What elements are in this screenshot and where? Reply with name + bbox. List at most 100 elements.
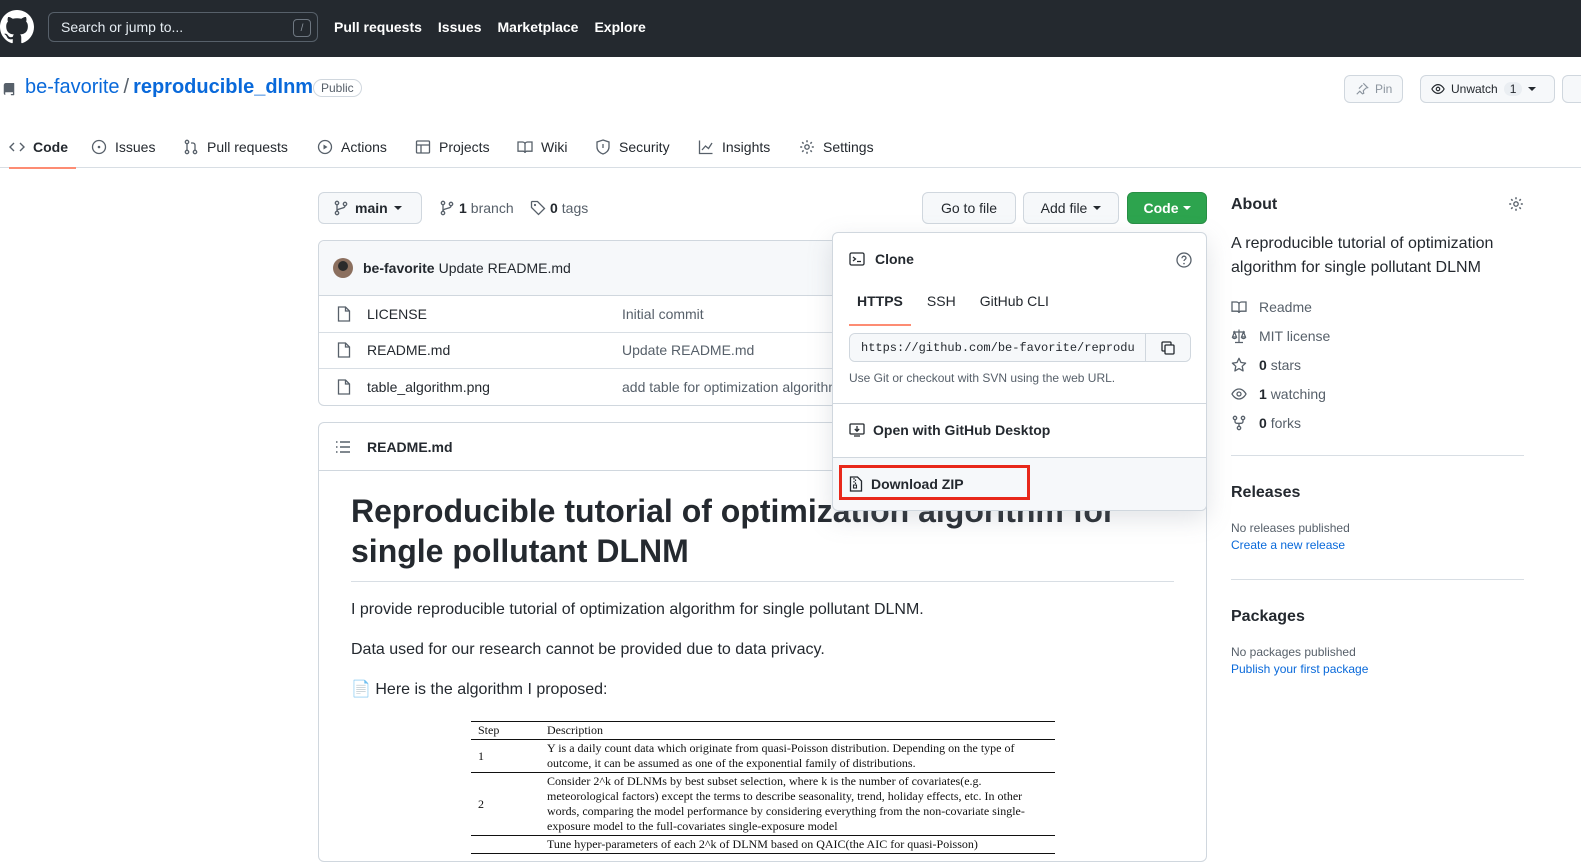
releases-title[interactable]: Releases <box>1231 484 1350 502</box>
file-commit-message[interactable]: Initial commit <box>622 306 837 322</box>
pin-icon <box>1356 82 1369 95</box>
github-logo-icon[interactable] <box>0 10 34 44</box>
watching-count: 1 <box>1259 385 1267 402</box>
repo-tabs: Code Issues Pull requests Actions Projec… <box>0 126 1581 169</box>
open-desktop-item[interactable]: Open with GitHub Desktop <box>849 422 1050 438</box>
fork-button[interactable] <box>1562 75 1581 103</box>
forks-count: 0 <box>1259 414 1267 431</box>
global-header: Search or jump to... / Pull requests Iss… <box>0 0 1581 57</box>
file-name[interactable]: LICENSE <box>367 306 427 322</box>
branch-count: 1 <box>459 200 467 216</box>
packages-empty: No packages published <box>1231 645 1356 659</box>
search-placeholder: Search or jump to... <box>61 19 184 35</box>
file-commit-message[interactable]: Update README.md <box>622 342 837 358</box>
add-file-button[interactable]: Add file <box>1023 192 1119 224</box>
commit-author[interactable]: be-favorite <box>363 260 435 276</box>
tab-security[interactable]: Security <box>595 126 670 168</box>
eye-icon <box>1431 84 1445 94</box>
readme-label: Readme <box>1259 298 1312 315</box>
publish-package-link[interactable]: Publish your first package <box>1231 662 1368 676</box>
clone-tab-ssh[interactable]: SSH <box>919 293 964 309</box>
branches-link[interactable]: 1 branch <box>439 200 514 216</box>
algorithm-table-image: Step Description 1 Y is a daily count da… <box>471 721 1055 854</box>
go-to-file-button[interactable]: Go to file <box>922 192 1016 224</box>
table-row: 2 Consider 2^k of DLNMs by best subset s… <box>471 773 1055 836</box>
forks-link[interactable]: 0 forks <box>1231 408 1330 437</box>
repo-name-link[interactable]: reproducible_dlnm <box>133 76 313 99</box>
go-to-file-label: Go to file <box>940 200 998 216</box>
table-icon <box>415 140 431 154</box>
clone-tab-https[interactable]: HTTPS <box>849 293 911 326</box>
avatar[interactable] <box>333 258 353 278</box>
nav-marketplace[interactable]: Marketplace <box>498 19 579 35</box>
caret-down-icon <box>1528 87 1537 91</box>
packages-title[interactable]: Packages <box>1231 608 1368 626</box>
branch-selector[interactable]: main <box>318 192 422 224</box>
tab-insights[interactable]: Insights <box>698 126 770 168</box>
search-shortcut-hint: / <box>293 19 311 37</box>
file-commit-message[interactable]: add table for optimization algorithm <box>622 379 837 395</box>
tab-pull-requests[interactable]: Pull requests <box>183 126 288 168</box>
watch-button[interactable]: Unwatch 1 <box>1420 75 1555 103</box>
tab-issues-label: Issues <box>115 139 156 155</box>
file-name[interactable]: README.md <box>367 342 450 358</box>
pin-button[interactable]: Pin <box>1344 75 1404 103</box>
tab-wiki[interactable]: Wiki <box>517 126 567 168</box>
gear-icon[interactable] <box>1508 196 1524 212</box>
about-section: About <box>1231 196 1524 214</box>
tab-projects[interactable]: Projects <box>415 126 490 168</box>
releases-empty: No releases published <box>1231 521 1350 535</box>
readme-filename: README.md <box>367 438 453 455</box>
table-header-description: Description <box>547 723 603 737</box>
clone-tabs: HTTPS SSH GitHub CLI <box>849 293 1057 326</box>
code-button[interactable]: Code <box>1127 192 1207 224</box>
watching-link[interactable]: 1 watching <box>1231 379 1330 408</box>
fork-icon <box>1232 415 1246 430</box>
branch-name: main <box>355 200 388 216</box>
file-icon <box>337 306 351 322</box>
tab-pull-requests-label: Pull requests <box>207 139 288 155</box>
clone-header: Clone <box>849 251 914 267</box>
table-cell-step: 1 <box>478 748 484 763</box>
clone-tab-github-cli[interactable]: GitHub CLI <box>972 293 1057 309</box>
table-cell-step: 2 <box>478 796 484 811</box>
repo-title: be-favorite / reproducible_dlnm <box>25 76 313 99</box>
divider <box>1231 455 1524 456</box>
help-icon[interactable] <box>1176 252 1192 268</box>
tag-icon <box>530 200 546 216</box>
repo-path-separator: / <box>123 76 130 98</box>
nav-pull-requests[interactable]: Pull requests <box>334 19 422 35</box>
eye-icon <box>1231 387 1247 400</box>
list-icon[interactable] <box>335 439 351 455</box>
table-header-step: Step <box>478 723 500 737</box>
file-name[interactable]: table_algorithm.png <box>367 379 490 395</box>
license-link[interactable]: MIT license <box>1231 321 1330 350</box>
tags-link[interactable]: 0 tags <box>530 200 588 216</box>
search-input[interactable]: Search or jump to... / <box>48 12 318 42</box>
nav-issues[interactable]: Issues <box>438 19 482 35</box>
tab-issues[interactable]: Issues <box>91 126 155 168</box>
table-cell-step <box>471 837 547 852</box>
table-cell-description: Tune hyper-parameters of each 2^k of DLN… <box>547 837 978 851</box>
tab-actions[interactable]: Actions <box>317 126 387 168</box>
tab-code[interactable]: Code <box>9 126 76 169</box>
tab-projects-label: Projects <box>439 139 490 155</box>
stars-link[interactable]: 0 stars <box>1231 350 1330 379</box>
branch-icon <box>334 200 348 216</box>
table-row: 1 Y is a daily count data which originat… <box>471 740 1055 773</box>
forks-label: forks <box>1270 414 1302 431</box>
stars-count: 0 <box>1259 356 1267 373</box>
tab-settings[interactable]: Settings <box>799 126 874 168</box>
nav-explore[interactable]: Explore <box>594 19 645 35</box>
copy-url-button[interactable] <box>1146 334 1190 361</box>
commit-message[interactable]: Update README.md <box>439 260 571 276</box>
clone-url-input[interactable] <box>850 334 1146 361</box>
global-nav: Pull requests Issues Marketplace Explore <box>334 19 646 35</box>
desktop-download-icon <box>849 423 865 437</box>
readme-link[interactable]: Readme <box>1231 292 1330 321</box>
create-release-link[interactable]: Create a new release <box>1231 538 1350 552</box>
repo-owner-link[interactable]: be-favorite <box>25 76 120 99</box>
clone-url-field <box>849 333 1191 362</box>
readme-paragraph: I provide reproducible tutorial of optim… <box>351 601 924 618</box>
star-icon <box>1231 357 1247 372</box>
